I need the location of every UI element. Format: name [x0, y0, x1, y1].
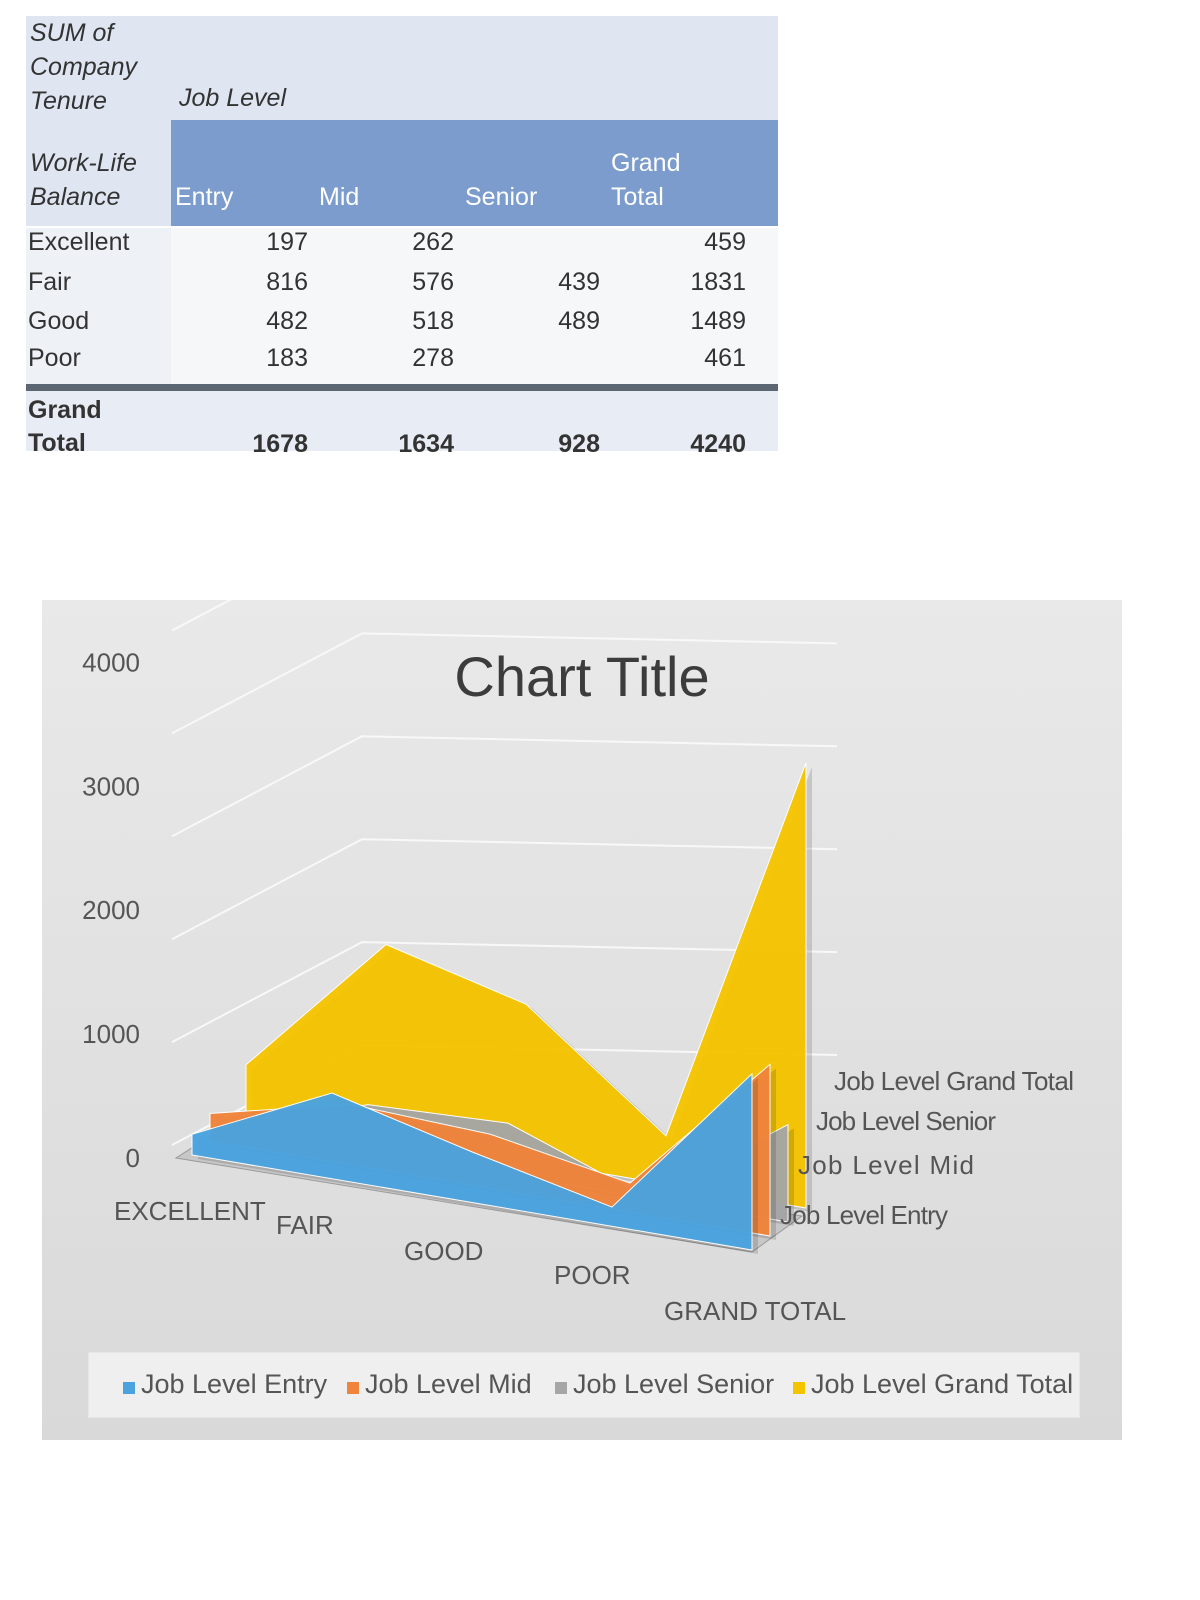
y-tick-label: 4000	[82, 647, 140, 677]
cell-entry: 197	[266, 228, 308, 256]
x-category-label: EXCELLENT	[114, 1196, 266, 1226]
series-depth-label: Job Level Mid	[798, 1150, 974, 1180]
chart-legend: Job Level Entry Job Level Mid Job Level …	[88, 1352, 1080, 1418]
x-category-label: GOOD	[404, 1236, 483, 1266]
legend-swatch-icon	[347, 1382, 359, 1394]
col-header-mid[interactable]: Mid	[319, 180, 359, 214]
col-header-total-line: Total	[611, 183, 664, 211]
pivot-corner-label: SUM of Company Tenure	[30, 16, 137, 118]
row-label: Good	[28, 307, 90, 335]
legend-item-senior[interactable]: Job Level Senior	[555, 1369, 774, 1400]
y-tick-label: 2000	[82, 895, 140, 925]
grand-total-entry: 1678	[252, 430, 308, 458]
corner-label-line: Tenure	[30, 87, 107, 115]
table-row[interactable]: Excellent 197 262 459	[26, 224, 778, 262]
col-header-entry[interactable]: Entry	[175, 180, 233, 214]
series-depth-label: Job Level Grand Total	[834, 1066, 1074, 1096]
series-depth-label: Job Level Entry	[780, 1200, 948, 1230]
cell-senior: 439	[558, 268, 600, 296]
legend-item-grand-total[interactable]: Job Level Grand Total	[793, 1369, 1073, 1400]
cell-entry: 183	[266, 344, 308, 372]
cell-entry: 816	[266, 268, 308, 296]
cell-entry: 482	[266, 307, 308, 335]
cell-total: 1489	[690, 307, 746, 335]
x-category-label: POOR	[554, 1260, 631, 1290]
row-field-line: Balance	[30, 183, 121, 211]
series-depth-label: Job Level Senior	[816, 1106, 996, 1136]
pivot-header-top	[26, 16, 778, 120]
row-label: Poor	[28, 344, 81, 372]
legend-swatch-icon	[555, 1382, 567, 1394]
grand-total-total: 4240	[690, 430, 746, 458]
x-category-label: GRAND TOTAL	[664, 1296, 846, 1326]
x-category-label: FAIR	[276, 1210, 334, 1240]
cell-mid: 262	[412, 228, 454, 256]
table-row[interactable]: Poor 183 278 461	[26, 340, 778, 378]
grand-total-label-line: Total	[28, 429, 86, 457]
row-label: Excellent	[28, 228, 130, 256]
cell-total: 1831	[690, 268, 746, 296]
gridline	[171, 838, 838, 941]
legend-label: Job Level Grand Total	[811, 1369, 1074, 1399]
gridline	[171, 735, 838, 838]
area-chart[interactable]: Chart Title 010002000300040005000Job Lev…	[42, 600, 1122, 1440]
grand-total-divider	[26, 384, 778, 391]
y-tick-label: 0	[126, 1143, 140, 1173]
legend-label: Job Level Senior	[573, 1369, 775, 1399]
cell-total: 459	[704, 228, 746, 256]
column-field-label[interactable]: Job Level	[179, 84, 286, 113]
corner-label-line: SUM of	[30, 19, 114, 47]
grand-total-senior: 928	[558, 430, 600, 458]
chart-title[interactable]: Chart Title	[454, 645, 709, 708]
cell-mid: 576	[412, 268, 454, 296]
col-header-senior[interactable]: Senior	[465, 180, 537, 214]
legend-item-entry[interactable]: Job Level Entry	[123, 1369, 327, 1400]
corner-label-line: Company	[30, 53, 137, 81]
y-tick-label: 1000	[82, 1019, 140, 1049]
table-row[interactable]: Good 482 518 489 1489	[26, 303, 778, 341]
legend-item-mid[interactable]: Job Level Mid	[347, 1369, 532, 1400]
cell-senior: 489	[558, 307, 600, 335]
column-header-band: Entry Mid Senior Grand Total	[171, 120, 778, 226]
row-field-line: Work-Life	[30, 149, 137, 177]
legend-label: Job Level Entry	[141, 1369, 328, 1399]
grand-total-label-line: Grand	[28, 396, 102, 424]
chart-canvas: Chart Title 010002000300040005000Job Lev…	[82, 600, 1074, 1326]
cell-mid: 518	[412, 307, 454, 335]
gridline	[171, 600, 233, 632]
y-tick-label: 3000	[82, 771, 140, 801]
chart-series-areas	[191, 762, 812, 1254]
grand-total-mid: 1634	[398, 430, 454, 458]
table-row[interactable]: Fair 816 576 439 1831	[26, 264, 778, 302]
legend-swatch-icon	[793, 1382, 805, 1394]
pivot-table: SUM of Company Tenure Job Level Work-Lif…	[26, 16, 786, 464]
cell-mid: 278	[412, 344, 454, 372]
col-header-grand-line: Grand	[611, 149, 681, 177]
legend-label: Job Level Mid	[365, 1369, 532, 1399]
grand-total-label: Grand Total	[28, 394, 102, 460]
row-label: Fair	[28, 268, 72, 296]
col-header-grand-total[interactable]: Grand Total	[611, 146, 680, 214]
legend-swatch-icon	[123, 1382, 135, 1394]
cell-total: 461	[704, 344, 746, 372]
row-field-header[interactable]: Work-Life Balance	[26, 120, 171, 226]
